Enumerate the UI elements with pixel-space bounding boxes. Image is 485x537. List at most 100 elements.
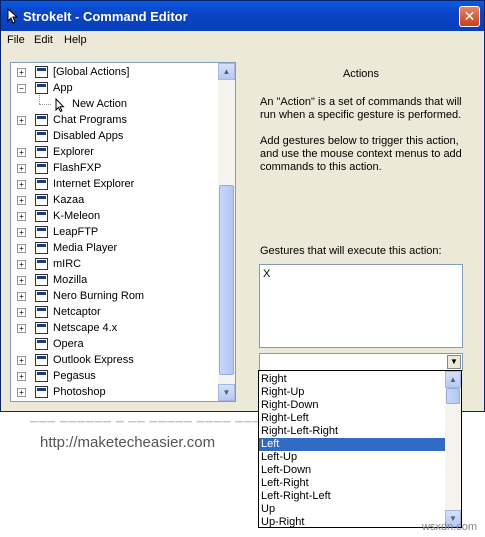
expand-icon[interactable]: +: [17, 292, 26, 301]
tree-item-label: K-Meleon: [53, 210, 101, 222]
tree-scroll-up-button[interactable]: ▲: [218, 63, 235, 80]
title-bar[interactable]: StrokeIt - Command Editor ✕: [1, 1, 484, 31]
expand-icon[interactable]: +: [17, 276, 26, 285]
tree-scrollbar[interactable]: ▲ ▼: [218, 63, 235, 401]
tree-item[interactable]: New Action: [11, 93, 217, 113]
tree-scroll-thumb[interactable]: [219, 185, 234, 375]
expand-icon[interactable]: +: [17, 324, 26, 333]
gesture-list[interactable]: X: [259, 264, 463, 348]
menu-help[interactable]: Help: [64, 34, 87, 46]
menu-edit[interactable]: Edit: [34, 34, 53, 46]
tree-item-label: Media Player: [53, 242, 118, 254]
tree-item-label: New Action: [72, 98, 128, 110]
dropdown-option[interactable]: Left-Right: [259, 477, 445, 490]
dropdown-option[interactable]: Right-Left-Right: [259, 425, 445, 438]
expand-icon[interactable]: +: [17, 196, 26, 205]
watermark: wsxdn.com: [421, 521, 477, 533]
window-icon: [35, 338, 48, 350]
tree-item-label: Netscape 4.x: [53, 322, 118, 334]
expand-icon[interactable]: +: [17, 260, 26, 269]
tree-item[interactable]: + [Global Actions]: [11, 65, 217, 81]
window-icon: [35, 178, 48, 190]
dropdown-option[interactable]: Right-Left: [259, 412, 445, 425]
expand-icon[interactable]: +: [17, 148, 26, 157]
tree-item[interactable]: − App: [11, 81, 217, 97]
dropdown-option[interactable]: Right-Down: [259, 399, 445, 412]
tree-item[interactable]: + Media Player: [11, 241, 217, 257]
tree-item-label: [Global Actions]: [53, 66, 130, 78]
action-tree[interactable]: + Photoshop + Pegasus + Outlook Express Opera +…: [10, 62, 236, 402]
expand-icon[interactable]: +: [17, 356, 26, 365]
window-icon: [35, 354, 48, 366]
tree-item[interactable]: + Pegasus: [11, 369, 217, 385]
command-editor-window: StrokeIt - Command Editor ✕ File Edit He…: [0, 0, 485, 412]
dropdown-scrollbar[interactable]: ▲ ▼: [445, 371, 461, 527]
expand-icon[interactable]: +: [17, 116, 26, 125]
dropdown-option[interactable]: Left-Up: [259, 451, 445, 464]
window-icon: [35, 130, 48, 142]
tree-item[interactable]: + Chat Programs: [11, 113, 217, 129]
tree-item-label: mIRC: [53, 258, 82, 270]
strokeit-app-icon: [7, 8, 19, 24]
expand-icon[interactable]: +: [17, 244, 26, 253]
tree-item[interactable]: + Explorer: [11, 145, 217, 161]
window-icon: [35, 322, 48, 334]
tree-scroll-down-button[interactable]: ▼: [218, 384, 235, 401]
tree-item-label: Outlook Express: [53, 354, 134, 366]
window-icon: [35, 146, 48, 158]
tree-item[interactable]: Disabled Apps: [11, 129, 217, 145]
tree-item[interactable]: + Netscape 4.x: [11, 321, 217, 337]
dropdown-scroll-thumb[interactable]: [446, 388, 460, 404]
dropdown-option[interactable]: Up-Right: [259, 516, 445, 527]
dropdown-option[interactable]: Right: [259, 373, 445, 386]
close-button[interactable]: ✕: [459, 6, 480, 27]
tree-item-label: Nero Burning Rom: [53, 290, 145, 302]
expand-icon[interactable]: +: [17, 388, 26, 397]
gesture-dropdown-list[interactable]: Up-Right Up Left-Right-Left Left-Right Left-…: [258, 370, 462, 528]
window-icon: [35, 386, 48, 398]
tree-item[interactable]: + Photoshop: [11, 385, 217, 401]
tree-item[interactable]: + Outlook Express: [11, 353, 217, 369]
gesture-instructions: Add gestures below to trigger this actio…: [260, 135, 462, 173]
expand-icon[interactable]: +: [17, 68, 26, 77]
tree-item[interactable]: + Nero Burning Rom: [11, 289, 217, 305]
window-icon: [35, 226, 48, 238]
expand-icon[interactable]: +: [17, 212, 26, 221]
tree-item[interactable]: + mIRC: [11, 257, 217, 273]
tree-item[interactable]: + LeapFTP: [11, 225, 217, 241]
tree-item[interactable]: + Internet Explorer: [11, 177, 217, 193]
window-icon: [35, 370, 48, 382]
expand-icon[interactable]: +: [17, 308, 26, 317]
tree-item[interactable]: + Netcaptor: [11, 305, 217, 321]
dropdown-option[interactable]: Left-Right-Left: [259, 490, 445, 503]
mouse-cursor-icon: [55, 98, 65, 112]
expand-icon[interactable]: +: [17, 372, 26, 381]
expand-icon[interactable]: +: [17, 180, 26, 189]
gestures-label: Gestures that will execute this action:: [260, 245, 442, 257]
gesture-combo[interactable]: ▼: [259, 353, 463, 371]
window-icon: [35, 274, 48, 286]
dropdown-scroll-up-button[interactable]: ▲: [445, 371, 461, 388]
window-icon: [35, 242, 48, 254]
tree-item[interactable]: Opera: [11, 337, 217, 353]
tree-item[interactable]: + Mozilla: [11, 273, 217, 289]
tree-item-label: Chat Programs: [53, 114, 127, 126]
expand-icon[interactable]: +: [17, 228, 26, 237]
dropdown-option[interactable]: Right-Up: [259, 386, 445, 399]
tree-item-label: Disabled Apps: [53, 130, 124, 142]
dropdown-option[interactable]: Left-Down: [259, 464, 445, 477]
menu-bar: File Edit Help: [1, 31, 484, 51]
gesture-item[interactable]: X: [263, 268, 270, 280]
combo-dropdown-arrow-icon[interactable]: ▼: [447, 355, 461, 369]
expand-icon[interactable]: +: [17, 164, 26, 173]
dropdown-option[interactable]: Up: [259, 503, 445, 516]
tree-item[interactable]: + Kazaa: [11, 193, 217, 209]
tree-item[interactable]: + FlashFXP: [11, 161, 217, 177]
window-icon: [35, 210, 48, 222]
tree-item[interactable]: + K-Meleon: [11, 209, 217, 225]
collapse-icon[interactable]: −: [17, 84, 26, 93]
tree-item-label: App: [53, 82, 73, 94]
window-icon: [35, 114, 48, 126]
dropdown-option[interactable]: Left: [259, 438, 445, 451]
menu-file[interactable]: File: [7, 34, 25, 46]
